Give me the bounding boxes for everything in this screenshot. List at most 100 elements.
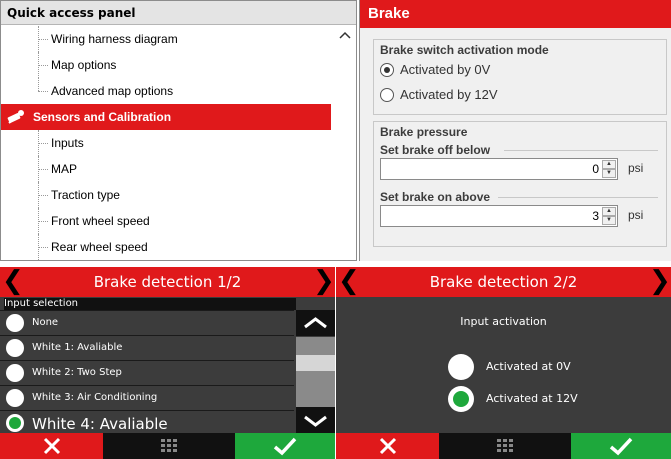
chevron-up-icon (304, 317, 327, 329)
tree-connector (38, 65, 48, 66)
brake-off-input[interactable]: 0 ▲ ▼ (380, 158, 618, 180)
brake-settings-panel: Brake Brake switch activation mode Activ… (359, 0, 671, 261)
menu-button[interactable] (439, 433, 571, 459)
radio-activated-by-12v[interactable]: Activated by 12V (374, 84, 666, 106)
chevron-right-icon[interactable]: ❯ (313, 267, 335, 297)
device-screen-brake-detection-2: ❮ Brake detection 2/2 ❯ Input activation… (336, 267, 671, 459)
tree-scrollbar[interactable] (331, 26, 356, 260)
brake-on-label: Set brake on above (380, 190, 491, 204)
brake-off-stepper[interactable]: ▲ ▼ (602, 160, 616, 178)
brake-off-unit: psi (628, 161, 644, 175)
option-activated-at-0v[interactable]: Activated at 0V (448, 354, 571, 380)
tree-item-label: Inputs (51, 136, 84, 150)
tree-item-map-options[interactable]: Map options (1, 52, 331, 78)
radio-button[interactable] (380, 88, 394, 102)
stepper-up-icon[interactable]: ▲ (602, 207, 616, 216)
cancel-button[interactable] (336, 433, 439, 459)
ok-button[interactable] (571, 433, 671, 459)
tree-item-front-wheel-speed[interactable]: Front wheel speed (1, 208, 331, 234)
tree-item-inputs[interactable]: Inputs (1, 130, 331, 156)
tree-item-label: Map options (51, 58, 117, 72)
option-label: Activated at 0V (486, 360, 571, 373)
divider (498, 197, 658, 198)
brake-on-unit: psi (628, 208, 644, 222)
input-selection-label: Input selection (4, 298, 296, 310)
input-activation-label: Input activation (460, 315, 547, 328)
brake-off-row: 0 ▲ ▼ psi (374, 158, 666, 184)
checkmark-icon (609, 437, 633, 456)
tree-category-label: Sensors and Calibration (33, 110, 172, 124)
radio-activated-by-0v[interactable]: Activated by 0V (374, 59, 666, 81)
stepper-up-icon[interactable]: ▲ (602, 160, 616, 169)
ok-button[interactable] (235, 433, 335, 459)
tree-connector (38, 195, 48, 196)
brake-on-stepper[interactable]: ▲ ▼ (602, 207, 616, 225)
stepper-down-icon[interactable]: ▼ (602, 169, 616, 178)
device-screen-brake-detection-1: ❮ Brake detection 1/2 ❯ Input selection … (0, 267, 335, 459)
tree-connector (38, 247, 48, 248)
close-icon (43, 437, 60, 455)
option-scrollbar[interactable] (296, 310, 335, 433)
screen-title: Brake detection 1/2 (93, 273, 242, 291)
grid-menu-icon (161, 439, 177, 452)
tree-category-sensors-and-calibration[interactable]: Sensors and Calibration (1, 104, 356, 130)
radio-label: Activated by 0V (400, 62, 491, 77)
brake-panel-title: Brake (360, 0, 671, 28)
close-icon (379, 437, 396, 455)
tree-item-label: Advanced map options (51, 84, 174, 98)
screen-title: Brake detection 2/2 (429, 273, 578, 291)
radio-label: Activated by 12V (400, 87, 498, 102)
brake-pressure-group-title: Brake pressure (380, 125, 468, 139)
quick-access-title: Quick access panel (1, 1, 356, 25)
option-white-3[interactable]: White 3: Air Conditioning (0, 385, 294, 409)
brake-pressure-group: Brake pressure Set brake off below 0 ▲ ▼… (373, 121, 667, 247)
option-label: White 2: Two Step (32, 367, 122, 378)
radio-button[interactable] (6, 364, 24, 382)
cancel-button[interactable] (0, 433, 103, 459)
radio-button[interactable] (6, 314, 24, 332)
scroll-track[interactable] (296, 337, 335, 407)
brake-off-label-row: Set brake off below (374, 142, 666, 158)
radio-button-selected[interactable] (380, 63, 394, 77)
tree-connector (38, 78, 39, 91)
screen-footer (336, 433, 671, 459)
tree-item-wiring-harness-diagram[interactable]: Wiring harness diagram (1, 26, 331, 52)
option-white-2[interactable]: White 2: Two Step (0, 360, 294, 384)
option-none[interactable]: None (0, 310, 294, 334)
divider (504, 150, 658, 151)
option-label: White 1: Avaliable (32, 342, 123, 353)
tree-item-label: Front wheel speed (51, 214, 150, 228)
radio-button-selected[interactable] (6, 414, 24, 432)
chevron-left-icon[interactable]: ❮ (338, 267, 360, 297)
stepper-down-icon[interactable]: ▼ (602, 216, 616, 225)
brake-switch-group: Brake switch activation mode Activated b… (373, 39, 667, 115)
brake-switch-group-title: Brake switch activation mode (380, 43, 549, 57)
option-white-1[interactable]: White 1: Avaliable (0, 335, 294, 359)
chevron-right-icon[interactable]: ❯ (649, 267, 671, 297)
radio-button[interactable] (448, 354, 474, 380)
radio-button[interactable] (6, 389, 24, 407)
brake-on-input[interactable]: 3 ▲ ▼ (380, 205, 618, 227)
brake-off-value: 0 (592, 162, 599, 176)
chevron-left-icon[interactable]: ❮ (2, 267, 24, 297)
tree-item-advanced-map-options[interactable]: Advanced map options (1, 78, 331, 104)
radio-button[interactable] (6, 339, 24, 357)
tree-connector (38, 221, 48, 222)
scroll-up-button[interactable] (296, 310, 335, 336)
quick-access-tree: Wiring harness diagram Map options Advan… (1, 26, 356, 260)
tree-item-traction-type[interactable]: Traction type (1, 182, 331, 208)
sensor-calibration-icon (7, 110, 24, 124)
radio-button-selected[interactable] (448, 386, 474, 412)
menu-button[interactable] (103, 433, 235, 459)
chevron-up-icon[interactable] (339, 30, 351, 40)
tree-connector (38, 39, 48, 40)
quick-access-panel: Quick access panel Wiring harness diagra… (0, 0, 357, 261)
tree-item-rear-wheel-speed[interactable]: Rear wheel speed (1, 234, 331, 260)
tree-item-map[interactable]: MAP (1, 156, 331, 182)
scroll-down-button[interactable] (296, 407, 335, 433)
scroll-thumb[interactable] (296, 355, 335, 371)
option-label: Activated at 12V (486, 392, 578, 405)
chevron-down-icon (304, 415, 327, 427)
option-activated-at-12v-selected[interactable]: Activated at 12V (448, 386, 578, 412)
tree-item-label: MAP (51, 162, 78, 176)
